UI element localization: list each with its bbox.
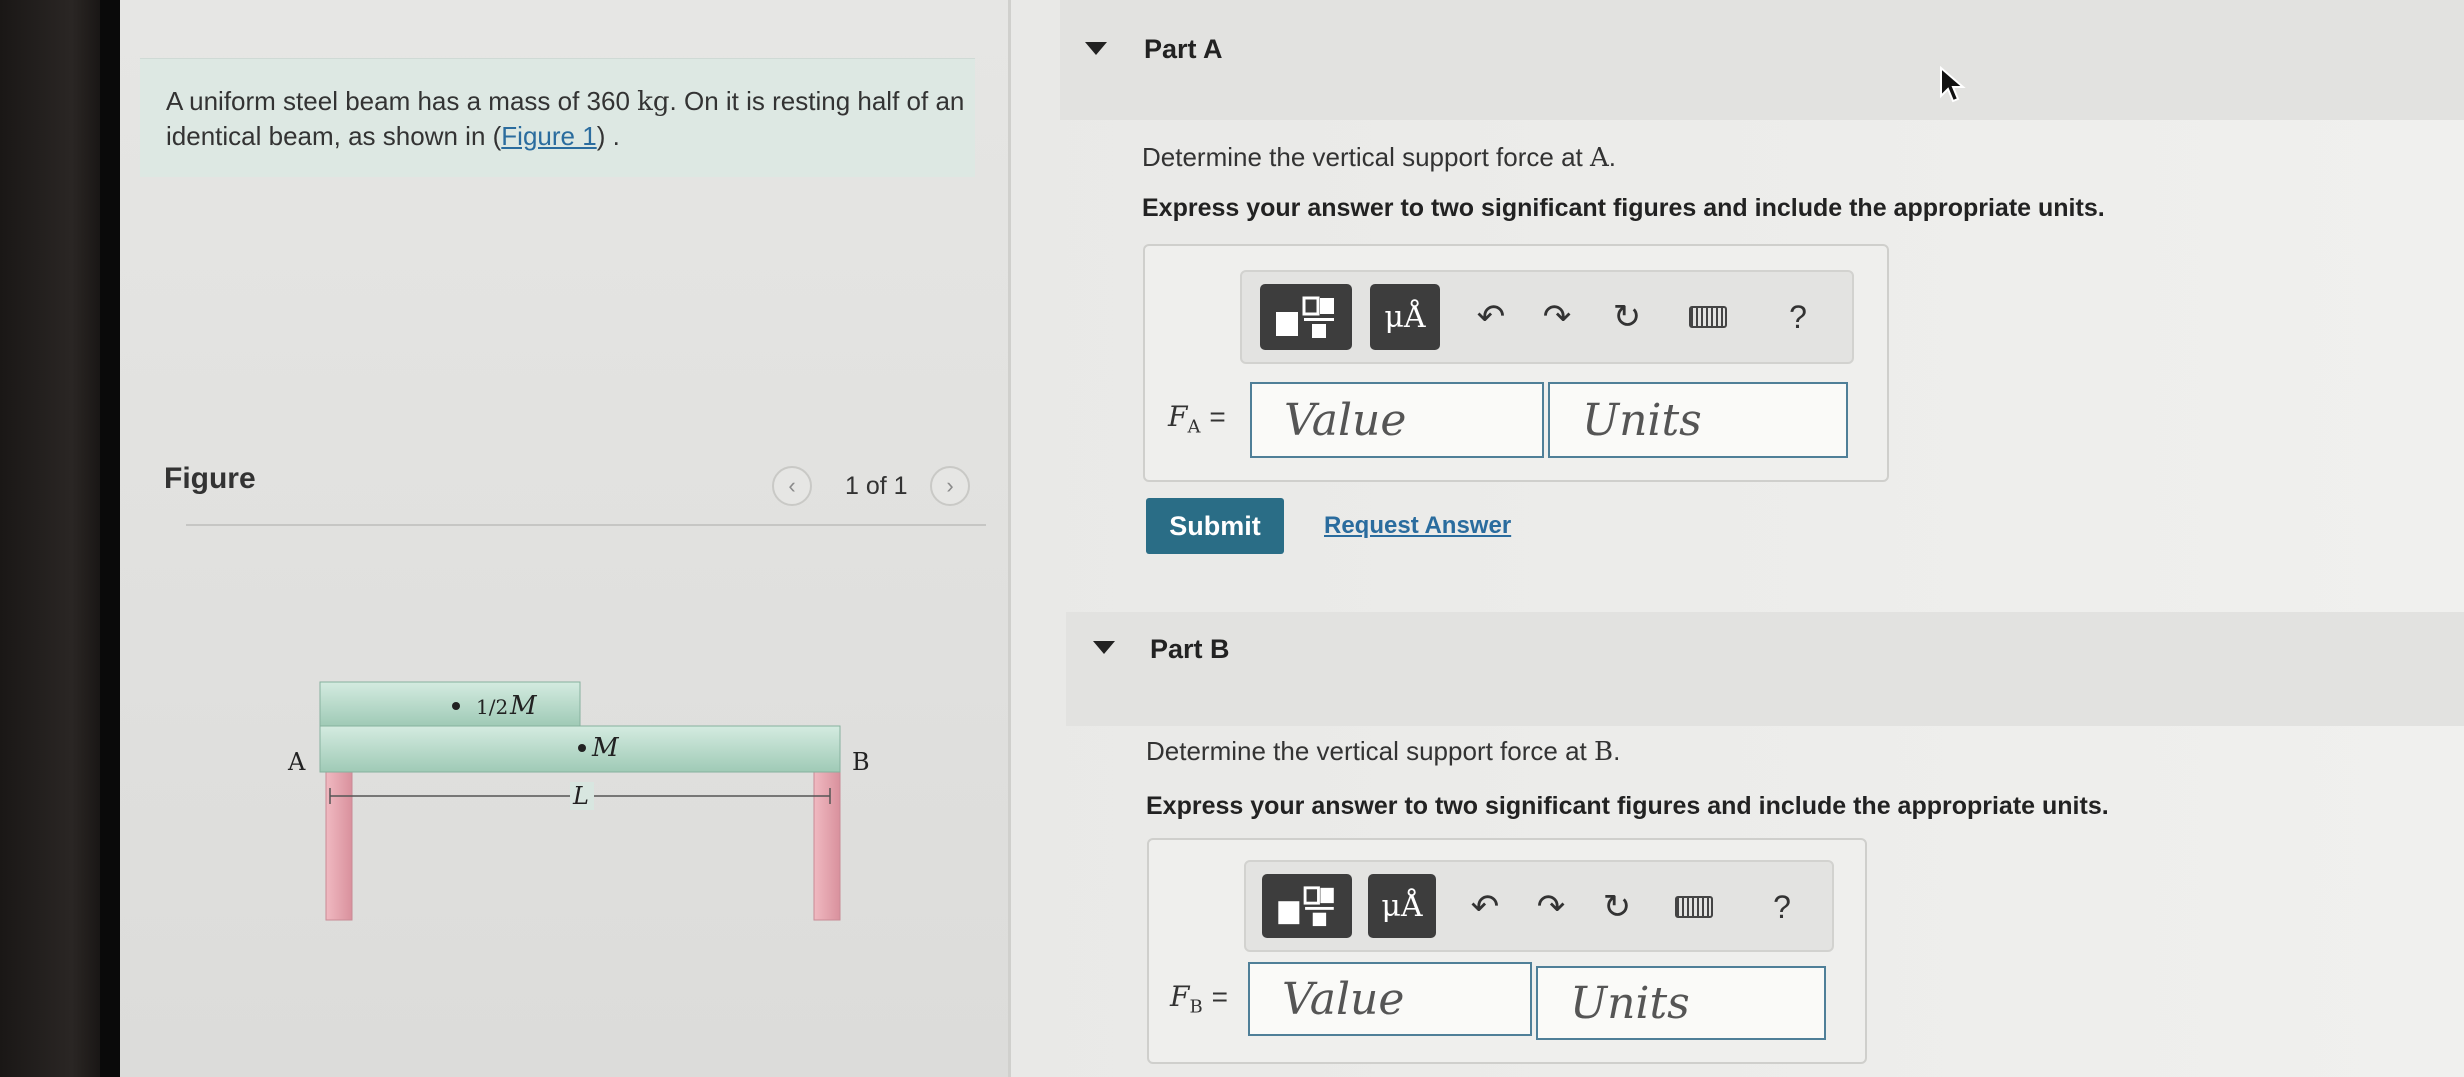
mouse-cursor-icon — [1940, 66, 1966, 103]
part-a-units-placeholder: Units — [1582, 394, 1702, 446]
beam-diagram: 1/2 M M L A B — [287, 681, 870, 921]
request-answer-link[interactable]: Request Answer — [1324, 512, 1511, 540]
part-a-header[interactable] — [1060, 0, 2464, 120]
figure-separator — [186, 524, 986, 526]
part-b-question-end: . — [1613, 736, 1621, 766]
support-a-label: A — [287, 748, 306, 776]
next-figure-button[interactable]: › — [930, 466, 970, 506]
support-b-label: B — [852, 748, 870, 776]
problem-text-1: A uniform steel beam has a mass of 360 — [166, 86, 638, 116]
half-mass-label: M — [509, 691, 538, 721]
mass-label: M — [591, 733, 620, 763]
chevron-right-icon: › — [946, 473, 954, 498]
figure-count: 1 of 1 — [845, 472, 908, 500]
part-a-instruction: Express your answer to two significant f… — [1142, 194, 2105, 222]
part-b-units-placeholder: Units — [1570, 977, 1690, 1029]
part-b-header[interactable] — [1066, 612, 2464, 726]
problem-statement: A uniform steel beam has a mass of 360 k… — [166, 84, 966, 153]
part-b-point: B — [1593, 737, 1614, 767]
part-b-toolbar: μÅ ↶ ↷ ↻ ? — [1244, 860, 1834, 952]
mass-center-dot — [578, 744, 586, 752]
part-a-var-letter: F — [1168, 400, 1188, 433]
part-a-equals: = — [1209, 401, 1226, 432]
units-icon[interactable]: μÅ — [1370, 284, 1440, 350]
part-a-point: A — [1589, 143, 1609, 173]
support-post-b — [813, 769, 841, 921]
part-b-units-input[interactable]: Units — [1536, 966, 1826, 1040]
part-a-variable-label: FA = — [1168, 400, 1226, 438]
mass-unit: kg — [637, 87, 670, 117]
part-a-collapse-icon[interactable] — [1085, 42, 1107, 55]
help-icon-label: ? — [1789, 298, 1807, 335]
half-mass-center-dot — [452, 702, 460, 710]
prev-figure-button[interactable]: ‹ — [772, 466, 812, 506]
part-a-question-end: . — [1608, 142, 1616, 172]
submit-button[interactable]: Submit — [1146, 498, 1284, 554]
part-b-equals: = — [1211, 981, 1228, 1012]
part-b-variable-label: FB = — [1170, 980, 1228, 1018]
part-a-question: Determine the vertical support force at … — [1142, 142, 1616, 173]
help-icon[interactable]: ? — [1778, 292, 1818, 342]
undo-icon[interactable]: ↶ — [1460, 882, 1510, 932]
units-icon-label: μÅ — [1381, 888, 1423, 924]
part-a-question-text: Determine the vertical support force at — [1142, 142, 1590, 172]
units-icon-label: μÅ — [1384, 299, 1426, 335]
part-a-var-sub: A — [1187, 416, 1201, 438]
help-icon-label: ? — [1773, 888, 1791, 925]
undo-icon[interactable]: ↶ — [1466, 292, 1516, 342]
part-a-value-input[interactable]: Value — [1250, 382, 1544, 458]
templates-icon[interactable] — [1262, 874, 1352, 938]
part-b-value-placeholder: Value — [1282, 973, 1405, 1025]
part-b-var-sub: B — [1189, 996, 1203, 1018]
keyboard-icon[interactable] — [1664, 884, 1724, 930]
screen-bezel-edge — [100, 0, 120, 1077]
part-a-value-placeholder: Value — [1284, 394, 1407, 446]
problem-text-3: ) . — [596, 121, 620, 151]
templates-icon[interactable] — [1260, 284, 1352, 350]
keyboard-icon[interactable] — [1678, 294, 1738, 340]
half-mass-coefficient: 1/2 — [476, 695, 508, 719]
redo-icon[interactable]: ↷ — [1526, 882, 1576, 932]
redo-icon[interactable]: ↷ — [1532, 292, 1582, 342]
figure-label: Figure — [164, 462, 256, 495]
part-b-question-text: Determine the vertical support force at — [1146, 736, 1594, 766]
part-b-collapse-icon[interactable] — [1093, 641, 1115, 654]
help-icon[interactable]: ? — [1762, 882, 1802, 932]
length-label: L — [572, 782, 589, 810]
part-b-title: Part B — [1150, 634, 1230, 664]
part-b-instruction: Express your answer to two significant f… — [1146, 792, 2109, 820]
units-icon[interactable]: μÅ — [1368, 874, 1436, 938]
part-b-question: Determine the vertical support force at … — [1146, 736, 1620, 767]
reset-icon[interactable]: ↻ — [1602, 292, 1652, 342]
reset-icon[interactable]: ↻ — [1592, 882, 1642, 932]
part-a-toolbar: μÅ ↶ ↷ ↻ ? — [1240, 270, 1854, 364]
half-beam — [319, 681, 581, 727]
part-b-var-letter: F — [1170, 980, 1190, 1013]
chevron-left-icon: ‹ — [788, 473, 796, 498]
part-a-units-input[interactable]: Units — [1548, 382, 1848, 458]
part-b-value-input[interactable]: Value — [1248, 962, 1532, 1036]
figure-link[interactable]: Figure 1 — [501, 121, 596, 151]
part-a-title: Part A — [1144, 34, 1223, 64]
